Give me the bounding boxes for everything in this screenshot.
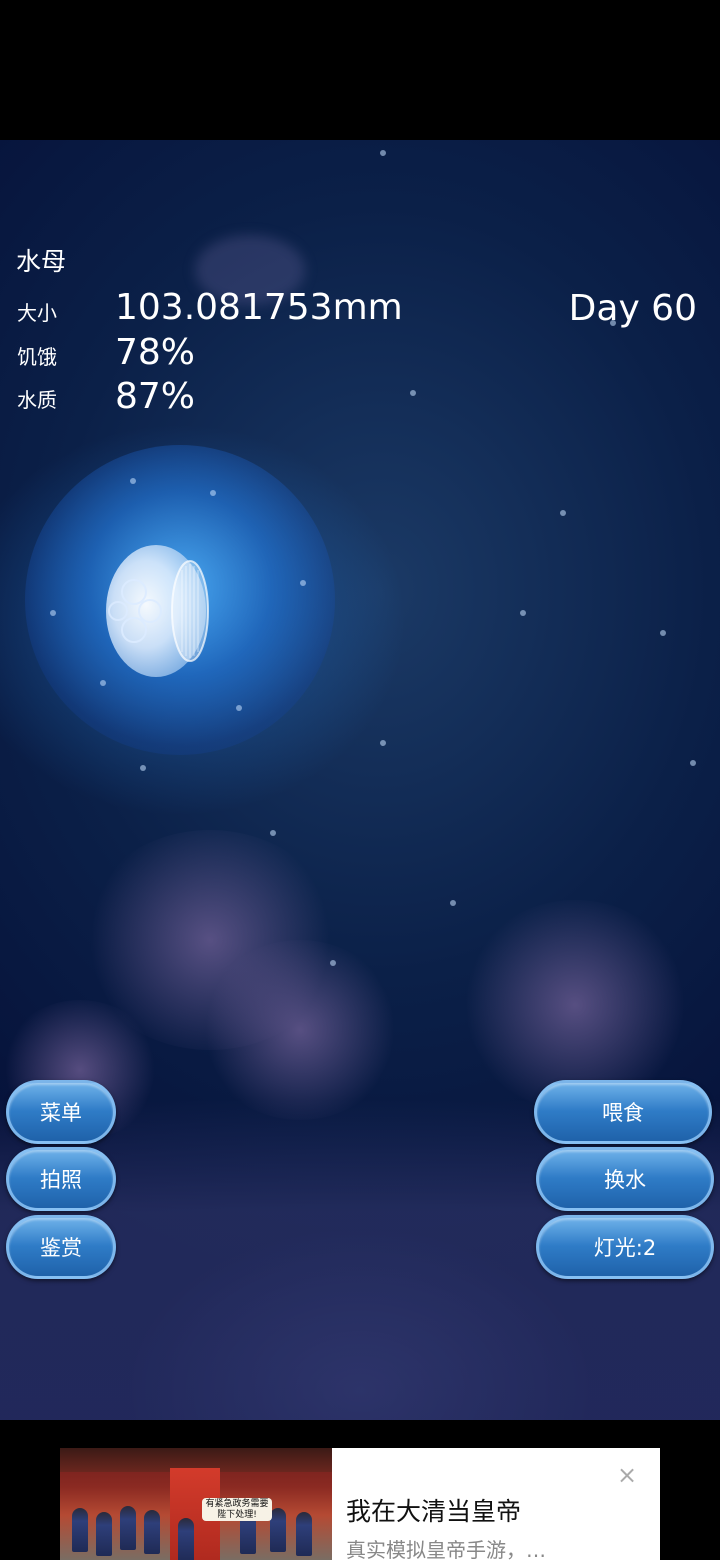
bubble [560, 510, 566, 516]
official-figure [270, 1508, 286, 1552]
bubble [300, 580, 306, 586]
ad-title[interactable]: 我在大清当皇帝 [346, 1492, 521, 1528]
bubble [380, 740, 386, 746]
official-figure [296, 1512, 312, 1556]
size-label: 大小 [17, 301, 57, 325]
ad-banner[interactable]: 有紧急政务需要陛下处理! 我在大清当皇帝 真实模拟皇帝手游，… × [60, 1448, 660, 1560]
bubble [410, 390, 416, 396]
hunger-value: 78% [115, 332, 196, 373]
official-figure [72, 1508, 88, 1552]
bubble [270, 830, 276, 836]
bubble [330, 960, 336, 966]
hunger-label: 饥饿 [17, 345, 57, 369]
official-figure [144, 1510, 160, 1554]
app-root: 水母 大小 103.081753mm 饥饿 78% 水质 87% Day 60 … [0, 0, 720, 1560]
bubble [210, 490, 216, 496]
bubble [660, 630, 666, 636]
feed-button[interactable]: 喂食 [534, 1080, 712, 1144]
light-button[interactable]: 灯光:2 [536, 1215, 714, 1279]
bubble [380, 150, 386, 156]
bubble [690, 760, 696, 766]
official-figure [120, 1506, 136, 1550]
water-quality-value: 87% [115, 376, 196, 417]
bubble [520, 610, 526, 616]
bubble [236, 705, 242, 711]
coral-right [460, 900, 690, 1110]
official-figure [96, 1512, 112, 1556]
bubble [450, 900, 456, 906]
ad-speech-bubble: 有紧急政务需要陛下处理! [202, 1498, 272, 1521]
bubble [50, 610, 56, 616]
bubble [100, 680, 106, 686]
bubble [130, 478, 136, 484]
photo-button[interactable]: 拍照 [6, 1147, 116, 1211]
jellyfish[interactable] [104, 542, 224, 680]
close-icon[interactable]: × [616, 1463, 638, 1487]
menu-button[interactable]: 菜单 [6, 1080, 116, 1144]
bubble [140, 765, 146, 771]
appreciate-button[interactable]: 鉴赏 [6, 1215, 116, 1279]
ad-subtitle[interactable]: 真实模拟皇帝手游，… [346, 1534, 546, 1560]
coral-left-lower [200, 940, 400, 1120]
day-counter: Day 60 [568, 288, 697, 329]
change-water-button[interactable]: 换水 [536, 1147, 714, 1211]
water-quality-label: 水质 [17, 388, 57, 412]
official-figure [178, 1518, 194, 1560]
ad-image[interactable]: 有紧急政务需要陛下处理! [60, 1448, 332, 1560]
creature-name: 水母 [16, 247, 67, 276]
size-value: 103.081753mm [115, 287, 403, 328]
